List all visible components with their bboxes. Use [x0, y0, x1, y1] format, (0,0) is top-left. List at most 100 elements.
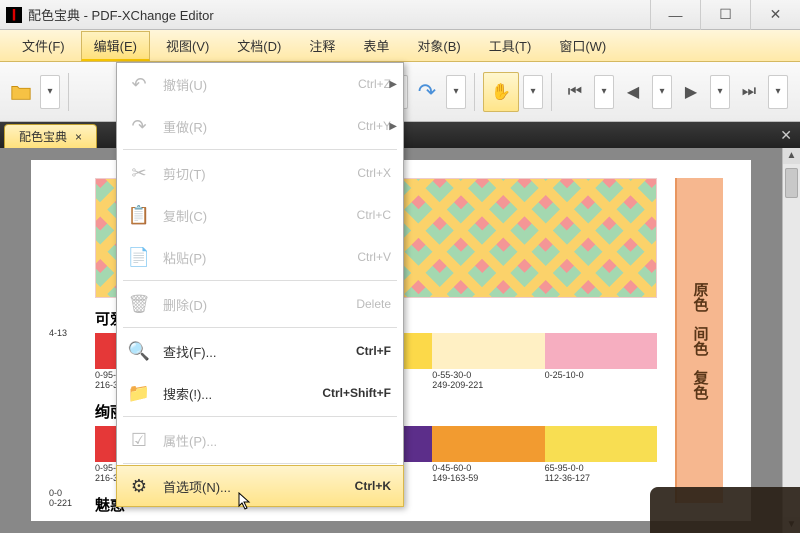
- scroll-thumb[interactable]: [785, 168, 798, 198]
- title-bar: 配色宝典 - PDF-XChange Editor — ☐ ✕: [0, 0, 800, 30]
- menu-item-label: 属性(P)...: [155, 431, 391, 450]
- nav-prev-button[interactable]: ◀: [618, 75, 648, 109]
- menu-item-shortcut: Ctrl+X: [357, 166, 391, 180]
- menu-separator: [123, 149, 397, 150]
- redo-dropdown[interactable]: ▾: [446, 75, 466, 109]
- menu-item-label: 粘贴(P): [155, 248, 357, 267]
- left-numbers: 4-13 0-0 0-221: [49, 178, 77, 503]
- separator: [68, 73, 69, 111]
- hand-dropdown[interactable]: ▾: [523, 75, 543, 109]
- menu-item-icon: 📄: [123, 247, 155, 268]
- window-controls: — ☐ ✕: [650, 0, 800, 30]
- menu-bar: 文件(F) 编辑(E) 视图(V) 文档(D) 注释 表单 对象(B) 工具(T…: [0, 30, 800, 62]
- menu-item-label: 搜索(!)...: [155, 384, 322, 403]
- menu-item-shortcut: Ctrl+F: [356, 344, 391, 358]
- left-code: 4-13: [49, 328, 77, 338]
- color-code: 65-95-0-0 112-36-127: [545, 464, 657, 484]
- menu-item-icon: 📁: [123, 383, 155, 404]
- menu-item-shortcut: Delete: [356, 297, 391, 311]
- menu-separator: [123, 463, 397, 464]
- submenu-arrow-icon: ▶: [389, 121, 397, 132]
- close-button[interactable]: ✕: [750, 0, 800, 30]
- nav-dropdown[interactable]: ▾: [710, 75, 730, 109]
- menu-comment[interactable]: 注释: [297, 32, 347, 59]
- left-code: 0-0 0-221: [49, 488, 77, 508]
- menu-separator: [123, 280, 397, 281]
- side-index: 原色 间色 复色: [675, 178, 723, 503]
- nav-last-button[interactable]: ⏭: [734, 75, 764, 109]
- swatch: [545, 333, 657, 369]
- menu-item-shortcut: Ctrl+Z: [358, 77, 391, 91]
- swatch: [545, 426, 657, 462]
- menu-item-icon: ✂: [123, 163, 155, 184]
- menu-item[interactable]: ⚙首选项(N)...Ctrl+K: [116, 465, 404, 507]
- tabstrip-close-icon[interactable]: ✕: [780, 127, 792, 144]
- menu-item: 📋复制(C)Ctrl+C: [117, 194, 403, 236]
- menu-item-icon: 🔍: [123, 341, 155, 362]
- menu-item[interactable]: 📁搜索(!)...Ctrl+Shift+F: [117, 372, 403, 414]
- nav-dropdown[interactable]: ▾: [594, 75, 614, 109]
- menu-item-shortcut: Ctrl+Shift+F: [322, 386, 391, 400]
- nav-dropdown[interactable]: ▾: [652, 75, 672, 109]
- menu-item-label: 撤销(U): [155, 75, 358, 94]
- hand-tool-button[interactable]: ✋: [483, 72, 519, 112]
- menu-view[interactable]: 视图(V): [154, 32, 221, 59]
- menu-item-icon: 📋: [123, 205, 155, 226]
- swatch: [432, 333, 544, 369]
- nav-dropdown[interactable]: ▾: [768, 75, 788, 109]
- tab-label: 配色宝典: [19, 128, 67, 145]
- menu-item-icon: ⚙: [123, 476, 155, 497]
- menu-item-shortcut: Ctrl+Y: [357, 119, 391, 133]
- color-code: 0-45-60-0 149-163-59: [432, 464, 544, 484]
- nav-first-button[interactable]: ⏮: [560, 75, 590, 109]
- side-label: 间色: [690, 326, 711, 356]
- folder-icon: [10, 81, 32, 103]
- tab-close-icon[interactable]: ×: [75, 130, 82, 144]
- menu-form[interactable]: 表单: [351, 32, 401, 59]
- menu-item-label: 复制(C): [155, 206, 357, 225]
- vertical-scrollbar[interactable]: ▲ ▼: [782, 148, 800, 533]
- menu-separator: [123, 327, 397, 328]
- menu-file[interactable]: 文件(F): [10, 32, 77, 59]
- menu-item: 🗑删除(D)Delete: [117, 283, 403, 325]
- menu-item-shortcut: Ctrl+C: [357, 208, 391, 222]
- menu-item-icon: ↷: [123, 116, 155, 137]
- menu-item: ✂剪切(T)Ctrl+X: [117, 152, 403, 194]
- scroll-up-icon[interactable]: ▲: [783, 148, 800, 164]
- app-icon: [6, 7, 22, 23]
- menu-window[interactable]: 窗口(W): [547, 32, 618, 59]
- color-code: 0-25-10-0: [545, 371, 657, 391]
- minimize-button[interactable]: —: [650, 0, 700, 30]
- nav-next-button[interactable]: ▶: [676, 75, 706, 109]
- side-label: 复色: [690, 370, 711, 400]
- separator: [474, 73, 475, 111]
- window-title: 配色宝典 - PDF-XChange Editor: [28, 5, 214, 24]
- menu-item: ↷重做(R)Ctrl+Y▶: [117, 105, 403, 147]
- edit-menu-dropdown: ↶撤销(U)Ctrl+Z▶↷重做(R)Ctrl+Y▶✂剪切(T)Ctrl+X📋复…: [116, 62, 404, 507]
- mouse-cursor: [238, 492, 256, 515]
- watermark: [650, 487, 800, 533]
- menu-item-label: 查找(F)...: [155, 342, 356, 361]
- menu-item-label: 剪切(T): [155, 164, 357, 183]
- side-label: 原色: [690, 282, 711, 312]
- menu-item-label: 删除(D): [155, 295, 356, 314]
- menu-document[interactable]: 文档(D): [225, 32, 293, 59]
- open-button[interactable]: [6, 75, 36, 109]
- menu-edit[interactable]: 编辑(E): [81, 31, 150, 61]
- maximize-button[interactable]: ☐: [700, 0, 750, 30]
- redo-button[interactable]: ↷: [412, 75, 442, 109]
- menu-item: ↶撤销(U)Ctrl+Z▶: [117, 63, 403, 105]
- menu-separator: [123, 416, 397, 417]
- menu-item-icon: 🗑: [123, 294, 155, 315]
- menu-item: ☑属性(P)...: [117, 419, 403, 461]
- submenu-arrow-icon: ▶: [389, 79, 397, 90]
- menu-tools[interactable]: 工具(T): [477, 32, 544, 59]
- swatch: [432, 426, 544, 462]
- document-tab[interactable]: 配色宝典 ×: [4, 124, 97, 148]
- separator: [551, 73, 552, 111]
- open-dropdown[interactable]: ▾: [40, 75, 60, 109]
- menu-item-icon: ↶: [123, 74, 155, 95]
- menu-item-icon: ☑: [123, 430, 155, 451]
- menu-object[interactable]: 对象(B): [405, 32, 472, 59]
- menu-item[interactable]: 🔍查找(F)...Ctrl+F: [117, 330, 403, 372]
